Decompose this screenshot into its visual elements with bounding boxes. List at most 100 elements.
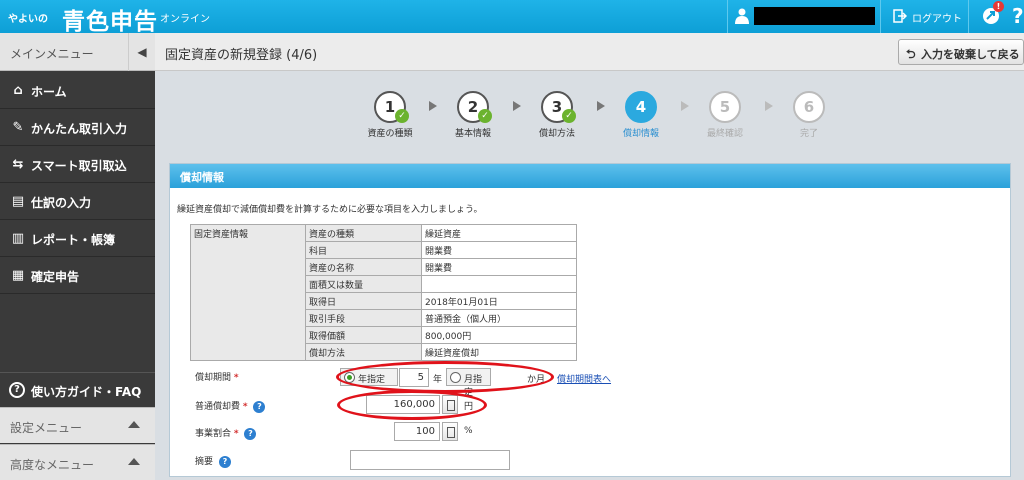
sidebar-item-label: スマート取引取込 xyxy=(31,159,127,173)
depreciation-panel: 償却情報 繰延資産償却で減価償却費を計算するために必要な項目を入力しましょう。 … xyxy=(169,163,1011,477)
annotation-ellipse xyxy=(336,361,554,393)
step-number: 5 xyxy=(709,91,741,123)
step-number: 6 xyxy=(793,91,825,123)
sidebar-item-reports[interactable]: ▥ レポート・帳簿 xyxy=(0,220,155,257)
table-row: 固定資産情報 資産の種類 繰延資産 xyxy=(190,224,577,361)
sidebar-item-faq[interactable]: ? 使い方ガイド・FAQ xyxy=(0,372,155,407)
panel-title: 償却情報 xyxy=(180,171,224,184)
row-key: 取引手段 xyxy=(305,309,422,327)
business-ratio-input[interactable]: 100 xyxy=(394,422,440,441)
check-icon: ✓ xyxy=(562,109,576,123)
memo-input[interactable] xyxy=(350,450,510,470)
app-logo[interactable]: 青色申告 xyxy=(62,2,158,36)
period-label-text: 償却期間 xyxy=(195,373,232,383)
page-header: 固定資産の新規登録 (4/6) ⮌ 入力を破棄して戻る xyxy=(155,33,1024,71)
logout-icon xyxy=(893,9,907,23)
report-icon: ▥ xyxy=(11,231,25,246)
import-icon: ⇆ xyxy=(12,157,24,172)
annotation-ellipse xyxy=(337,390,487,420)
group-label: 固定資産情報 xyxy=(190,224,306,361)
row-key: 償却方法 xyxy=(305,343,422,361)
step-arrow-icon xyxy=(513,101,521,111)
asset-info-table: 固定資産情報 資産の種類 繰延資産 科目 開業費 資産の名称 開業費 面積又は数… xyxy=(190,224,577,361)
step-arrow-icon xyxy=(681,101,689,111)
row-value: 開業費 xyxy=(421,258,577,276)
progress-stepper: 1 ✓ 資産の種類 2 ✓ 基本情報 3 ✓ 償却方法 4 償却情報 5 最終確… xyxy=(155,72,1024,156)
journal-icon: ▤ xyxy=(11,194,25,209)
row-key: 資産の種類 xyxy=(305,224,422,242)
sidebar-item-label: ホーム xyxy=(31,85,67,99)
required-mark: * xyxy=(233,429,239,439)
row-value xyxy=(421,275,577,293)
step-label: 資産の種類 xyxy=(367,129,413,139)
help-icon[interactable]: ? xyxy=(1012,4,1024,28)
memo-label: 摘要 ? xyxy=(195,454,231,468)
user-name-redacted xyxy=(754,7,875,25)
help-icon[interactable]: ? xyxy=(253,400,266,413)
collapse-sidebar-icon[interactable]: ◀ xyxy=(128,33,155,71)
sidebar-title: メインメニュー xyxy=(10,47,94,61)
row-value: 繰延資産償却 xyxy=(421,343,577,361)
page-title: 固定資産の新規登録 (4/6) xyxy=(165,48,318,63)
notification-badge: ! xyxy=(993,1,1004,12)
business-ratio-unit: % xyxy=(464,426,473,436)
tax-icon: ▦ xyxy=(11,268,25,283)
logo-small-text: やよいの xyxy=(8,14,48,25)
sidebar-item-label: レポート・帳簿 xyxy=(31,233,116,247)
sidebar-item-journal[interactable]: ▤ 仕訳の入力 xyxy=(0,183,155,220)
sidebar-header: メインメニュー ◀ xyxy=(0,33,155,71)
sidebar-item-label: 確定申告 xyxy=(31,270,80,284)
depreciation-label-text: 普通償却費 xyxy=(195,402,241,412)
sidebar-item-tax-return[interactable]: ▦ 確定申告 xyxy=(0,257,155,294)
logo-online-text: オンライン xyxy=(160,14,210,25)
period-table-link[interactable]: 償却期間表へ xyxy=(557,372,611,385)
settings-menu[interactable]: 設定メニュー xyxy=(0,407,155,443)
sidebar-item-smart-import[interactable]: ⇆ スマート取引取込 xyxy=(0,146,155,183)
help-icon[interactable]: ? xyxy=(244,427,257,440)
sidebar-faq-label: 使い方ガイド・FAQ xyxy=(31,385,142,399)
return-icon: ⮌ xyxy=(906,47,916,61)
home-icon: ⌂ xyxy=(13,83,23,98)
step-arrow-icon xyxy=(429,101,437,111)
row-value: 繰延資産 xyxy=(421,224,577,242)
row-value: 2018年01月01日 xyxy=(421,292,577,310)
step-label: 完了 xyxy=(799,129,818,139)
step-label: 最終確認 xyxy=(706,129,743,139)
step-number: 4 xyxy=(625,91,657,123)
discard-and-back-button[interactable]: ⮌ 入力を破棄して戻る xyxy=(898,39,1024,65)
row-key: 面積又は数量 xyxy=(305,275,422,293)
step-arrow-icon xyxy=(765,101,773,111)
required-mark: * xyxy=(242,402,248,412)
logout-label[interactable]: ログアウト xyxy=(912,10,962,25)
chevron-up-icon xyxy=(128,458,140,465)
row-key: 科目 xyxy=(305,241,422,259)
row-value: 普通預金（個人用） xyxy=(421,309,577,327)
required-mark: * xyxy=(233,373,239,383)
check-icon: ✓ xyxy=(395,109,409,123)
help-icon[interactable]: ? xyxy=(218,455,231,468)
panel-header: 償却情報 xyxy=(170,164,1010,188)
panel-intro-text: 繰延資産償却で減価償却費を計算するために必要な項目を入力しましょう。 xyxy=(177,205,483,215)
sidebar-item-home[interactable]: ⌂ ホーム xyxy=(0,72,155,109)
step-label: 償却方法 xyxy=(538,129,575,139)
row-key: 資産の名称 xyxy=(305,258,422,276)
sidebar-item-label: かんたん取引入力 xyxy=(31,122,128,136)
row-value: 800,000円 xyxy=(421,326,577,344)
period-label: 償却期間 * xyxy=(195,370,239,383)
discard-button-label: 入力を破棄して戻る xyxy=(921,48,1020,61)
calculator-icon[interactable] xyxy=(442,422,458,441)
business-ratio-label-text: 事業割合 xyxy=(195,429,232,439)
step-label: 償却情報 xyxy=(622,129,659,139)
step-label: 基本情報 xyxy=(454,129,491,139)
advanced-menu[interactable]: 高度なメニュー xyxy=(0,444,155,480)
settings-menu-label: 設定メニュー xyxy=(10,421,83,435)
user-icon xyxy=(735,8,749,24)
row-key: 取得日 xyxy=(305,292,422,310)
sidebar-item-easy-entry[interactable]: ✎ かんたん取引入力 xyxy=(0,109,155,146)
business-ratio-label: 事業割合 * ? xyxy=(195,426,257,440)
memo-label-text: 摘要 xyxy=(195,457,214,467)
check-icon: ✓ xyxy=(478,109,492,123)
chevron-up-icon xyxy=(128,421,140,428)
depreciation-label: 普通償却費 * ? xyxy=(195,399,266,413)
pencil-icon: ✎ xyxy=(12,120,24,135)
